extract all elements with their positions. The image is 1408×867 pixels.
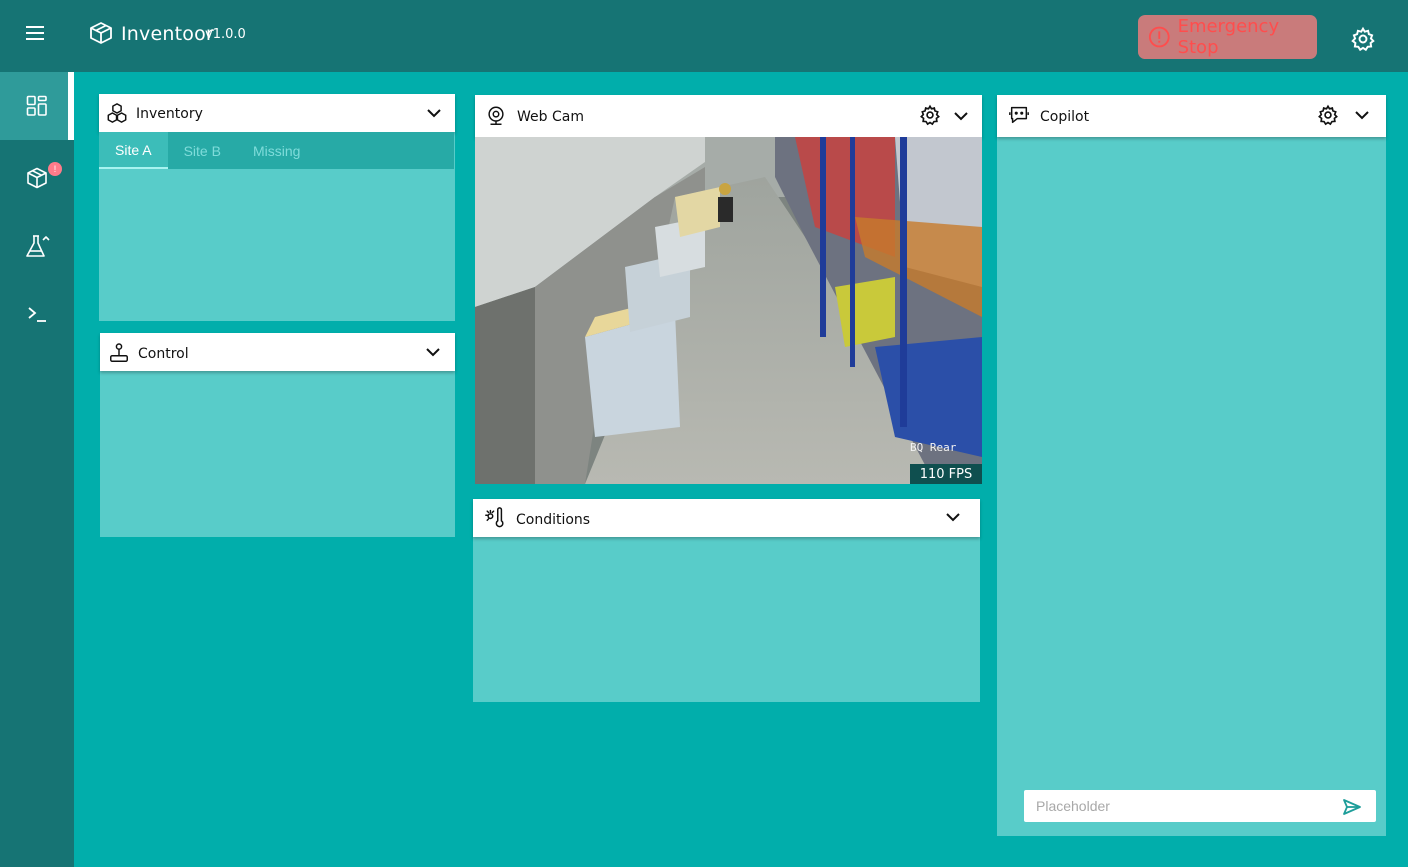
emergency-stop-button[interactable]: Emergency Stop — [1138, 15, 1317, 59]
tab-site-a[interactable]: Site A — [99, 132, 168, 169]
top-bar: Inventoor v1.0.0 Emergency Stop — [0, 0, 1408, 72]
package-icon — [27, 167, 47, 189]
inventory-panel-header[interactable]: Inventory — [99, 94, 455, 132]
copilot-panel-body — [997, 137, 1386, 836]
sidebar-item-dashboard[interactable] — [0, 72, 74, 140]
webcam-icon — [488, 106, 504, 125]
settings-gear-icon[interactable] — [919, 104, 941, 126]
conditions-panel-body — [473, 537, 980, 702]
logo-icon — [90, 22, 112, 44]
control-panel: Control — [100, 333, 455, 537]
send-icon[interactable] — [1342, 797, 1362, 817]
chevron-down-icon[interactable] — [1353, 106, 1371, 124]
webcam-feed: BQ Rear 110 FPS — [475, 137, 982, 484]
inventory-title: Inventory — [136, 106, 203, 122]
sidebar-item-lab[interactable] — [0, 212, 74, 280]
chevron-down-icon[interactable] — [424, 343, 442, 361]
webcam-panel: Web Cam BQ Rear 110 FPS — [475, 95, 982, 484]
app-version: v1.0.0 — [205, 27, 246, 42]
temperature-icon — [485, 507, 504, 528]
conditions-panel: Conditions — [473, 499, 980, 702]
menu-icon[interactable] — [22, 20, 48, 46]
control-title: Control — [138, 346, 189, 362]
webcam-panel-header[interactable]: Web Cam — [475, 95, 982, 137]
copilot-panel: Copilot — [997, 95, 1386, 836]
inventory-panel: Inventory Site A Site B Missing — [99, 94, 455, 321]
boxes-icon — [107, 103, 127, 123]
terminal-icon — [28, 307, 46, 322]
conditions-title: Conditions — [516, 512, 591, 528]
emergency-stop-label: Emergency Stop — [1177, 16, 1280, 58]
webcam-title: Web Cam — [517, 109, 584, 125]
copilot-message-input[interactable] — [1024, 790, 1376, 822]
chevron-down-icon[interactable] — [944, 508, 962, 526]
chat-bot-icon — [1009, 106, 1029, 124]
dashboard-icon — [26, 95, 47, 116]
flask-icon — [26, 235, 50, 257]
control-panel-body — [100, 371, 455, 537]
sidebar: ! — [0, 72, 74, 867]
settings-gear-icon[interactable] — [1317, 104, 1339, 126]
copilot-title: Copilot — [1040, 109, 1090, 125]
chevron-down-icon[interactable] — [425, 104, 443, 122]
fps-counter: 110 FPS — [910, 464, 982, 484]
sidebar-item-terminal[interactable] — [0, 280, 74, 348]
joystick-icon — [110, 343, 128, 362]
tab-site-b[interactable]: Site B — [168, 132, 237, 169]
warehouse-camera-image: BQ Rear — [475, 137, 982, 484]
control-panel-header[interactable]: Control — [100, 333, 455, 371]
chevron-down-icon[interactable] — [952, 107, 970, 125]
camera-overlay-label: BQ Rear — [910, 441, 957, 454]
sidebar-item-inventory[interactable] — [0, 144, 74, 212]
notification-badge: ! — [48, 162, 62, 176]
tab-missing[interactable]: Missing — [237, 132, 316, 169]
conditions-panel-header[interactable]: Conditions — [473, 499, 980, 537]
settings-gear-icon[interactable] — [1350, 26, 1376, 52]
copilot-panel-header[interactable]: Copilot — [997, 95, 1386, 137]
inventory-tabs: Site A Site B Missing — [99, 132, 454, 169]
alert-icon — [1148, 26, 1170, 48]
app-title: Inventoor — [121, 23, 214, 45]
